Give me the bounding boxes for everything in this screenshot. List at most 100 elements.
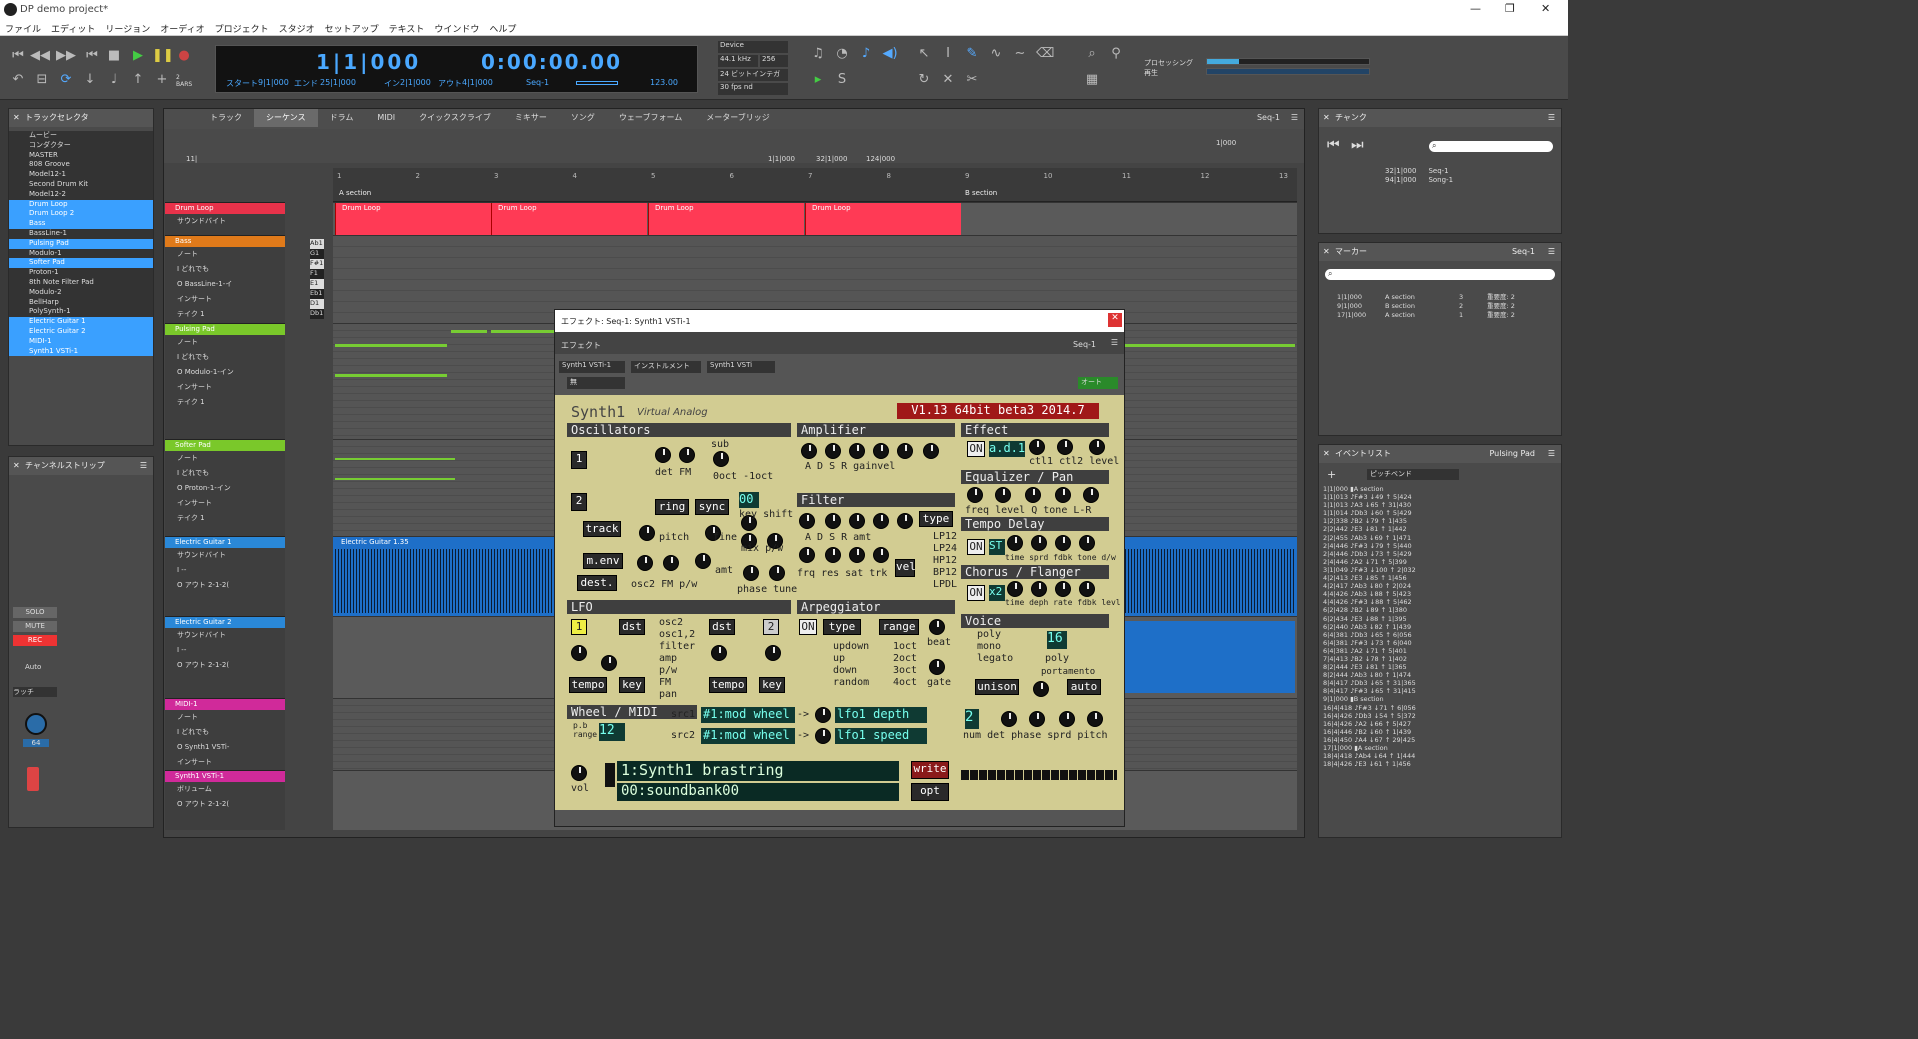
ctl1-knob[interactable]	[1029, 439, 1045, 455]
effect-on-button[interactable]: ON	[967, 441, 985, 457]
track-selector-item[interactable]: Model12-1	[9, 170, 153, 180]
filter-s-knob[interactable]	[849, 513, 865, 529]
metronome-icon[interactable]: ♩	[106, 72, 122, 88]
track-setting[interactable]: O Modulo-1-イン	[165, 365, 285, 380]
menv-d-knob[interactable]	[663, 555, 679, 571]
delay-sprd-knob[interactable]	[1031, 535, 1047, 551]
unison-sprd-knob[interactable]	[1059, 711, 1075, 727]
tab-waveform[interactable]: ウェーブフォーム	[607, 109, 694, 127]
menu-text[interactable]: テキスト	[384, 20, 430, 37]
pan-knob[interactable]	[25, 713, 47, 735]
pad-note[interactable]	[451, 330, 487, 333]
track-selector-title[interactable]: トラックセレクタ	[25, 113, 89, 122]
ctl2-knob[interactable]	[1057, 439, 1073, 455]
event-row[interactable]: 16|4|446 ♪B2 ↓60 ↑ 1|439	[1323, 728, 1557, 736]
latch-select[interactable]: ラッチ	[13, 687, 57, 697]
chorus-on-button[interactable]: ON	[967, 585, 985, 601]
patch-scroll[interactable]	[605, 763, 615, 787]
track-selector-item[interactable]: Electric Guitar 1	[9, 317, 153, 327]
event-row[interactable]: 2|4|446 ♪A2 ↓71 ↑ 5|399	[1323, 558, 1557, 566]
osc1-button[interactable]: 1	[571, 451, 587, 469]
track-selector-item[interactable]: Second Drum Kit	[9, 180, 153, 190]
filter-r-knob[interactable]	[873, 513, 889, 529]
tab-sequence[interactable]: シーケンス	[254, 109, 318, 127]
depth-1-knob[interactable]	[815, 707, 831, 723]
track-setting[interactable]: O BassLine-1-イ	[165, 277, 285, 292]
phase-knob[interactable]	[743, 565, 759, 581]
event-row[interactable]: 6|4|381 ♪F#3 ↓73 ↑ 6|040	[1323, 639, 1557, 647]
track-setting[interactable]: I どれでも	[165, 466, 285, 481]
track-setting[interactable]: I --	[165, 643, 285, 658]
event-filter-select[interactable]: ピッチベンド	[1367, 469, 1459, 480]
lfo1-dst-button[interactable]: dst	[619, 619, 645, 635]
menu-help[interactable]: ヘルプ	[484, 20, 521, 37]
filter-amt-knob[interactable]	[897, 513, 913, 529]
chorus-fdbk-knob[interactable]	[1079, 581, 1095, 597]
unison-pitch-knob[interactable]	[1087, 711, 1103, 727]
wait-icon[interactable]: ↑	[130, 72, 146, 88]
event-row[interactable]: 1|1|000 ▮A section	[1323, 485, 1557, 493]
buffer-size[interactable]: 256	[760, 55, 788, 67]
lfo1-tempo-button[interactable]: tempo	[569, 677, 607, 693]
marker-search[interactable]: ⌕	[1325, 269, 1555, 280]
wave-tool-icon[interactable]: ∼	[1012, 46, 1028, 62]
overdub-icon[interactable]: +	[154, 72, 170, 88]
preset-select[interactable]: 無	[567, 377, 625, 389]
delay-type-display[interactable]: ST	[989, 539, 1005, 555]
lfo1-key-button[interactable]: key	[619, 677, 645, 693]
filter-d-knob[interactable]	[825, 513, 841, 529]
pad-note[interactable]	[335, 374, 447, 377]
loop-icon[interactable]: ⟳	[58, 72, 74, 88]
track-selector-item[interactable]: BassLine-1	[9, 229, 153, 239]
drum-loop-clip[interactable]: Drum Loop	[648, 203, 804, 235]
drum-loop-clip[interactable]: Drum Loop	[335, 203, 491, 235]
fm-knob[interactable]	[679, 447, 695, 463]
seq-selector[interactable]: Seq-1	[1257, 113, 1280, 122]
amp-r-knob[interactable]	[873, 443, 889, 459]
drum-loop-clip[interactable]: Drum Loop	[491, 203, 647, 235]
event-row[interactable]: 4|4|426 ♪F#3 ↓88 ↑ 5|462	[1323, 598, 1557, 606]
chunk-search[interactable]: ⌕	[1429, 141, 1553, 152]
eq-level-knob[interactable]	[995, 487, 1011, 503]
menu-audio[interactable]: オーディオ	[155, 20, 209, 37]
unison-det-knob[interactable]	[1001, 711, 1017, 727]
tab-mixer[interactable]: ミキサー	[503, 109, 559, 127]
tab-midi[interactable]: MIDI	[365, 109, 407, 127]
event-row[interactable]: 1|1|013 ♪A3 ↓65 ↑ 31|430	[1323, 501, 1557, 509]
end-value[interactable]: 25|1|000	[320, 78, 356, 87]
track-setting[interactable]: ボリューム	[165, 782, 285, 797]
seq-end[interactable]: 32|1|000	[816, 155, 847, 163]
record-icon[interactable]: ●	[176, 48, 192, 64]
lfo2-amt-knob[interactable]	[765, 645, 781, 661]
rewind-icon[interactable]: ◀◀	[30, 48, 50, 64]
track-selector-item[interactable]: Proton-1	[9, 268, 153, 278]
delay-fdbk-knob[interactable]	[1055, 535, 1071, 551]
track-selector-item[interactable]: Bass	[9, 219, 153, 229]
markers-title[interactable]: マーカー	[1335, 247, 1367, 256]
close-button[interactable]: ✕	[1108, 313, 1122, 327]
track-header[interactable]: Electric Guitar 2 サウンドバイト I -- O アウト 2-1-2(	[165, 616, 285, 698]
tab-meterbridge[interactable]: メーターブリッジ	[694, 109, 782, 127]
menu-studio[interactable]: スタジオ	[274, 20, 320, 37]
track-selector-item[interactable]: Synth1 VSTi-1	[9, 346, 153, 357]
ibeam-tool-icon[interactable]: Ⅰ	[940, 46, 956, 62]
event-row[interactable]: 1|1|014 ♪Db3 ↓60 ↑ 5|429	[1323, 509, 1557, 517]
osc2-button[interactable]: 2	[571, 493, 587, 511]
tab-drum[interactable]: ドラム	[318, 109, 366, 127]
dest-button[interactable]: dest.	[577, 575, 617, 591]
track-selector-item[interactable]: 8th Note Filter Pad	[9, 278, 153, 288]
track-selector-item[interactable]: ムービー	[9, 131, 153, 141]
tab-tracks[interactable]: トラック	[198, 109, 254, 127]
solo-button[interactable]: SOLO	[13, 607, 57, 618]
pad-note[interactable]	[335, 478, 455, 480]
eq-freq-knob[interactable]	[967, 487, 983, 503]
events-title[interactable]: イベントリスト	[1335, 449, 1391, 458]
track-setting[interactable]: インサート	[165, 755, 285, 770]
lfo2-spd-knob[interactable]	[711, 645, 727, 661]
close-icon[interactable]: ✕	[1323, 445, 1330, 463]
tab-song[interactable]: ソング	[559, 109, 607, 127]
osc2-coarse-display[interactable]: 00	[739, 492, 759, 508]
mute-button[interactable]: MUTE	[13, 621, 57, 632]
delete-icon[interactable]: ✕	[940, 72, 956, 88]
punch-icon[interactable]: ⊟	[34, 72, 50, 88]
